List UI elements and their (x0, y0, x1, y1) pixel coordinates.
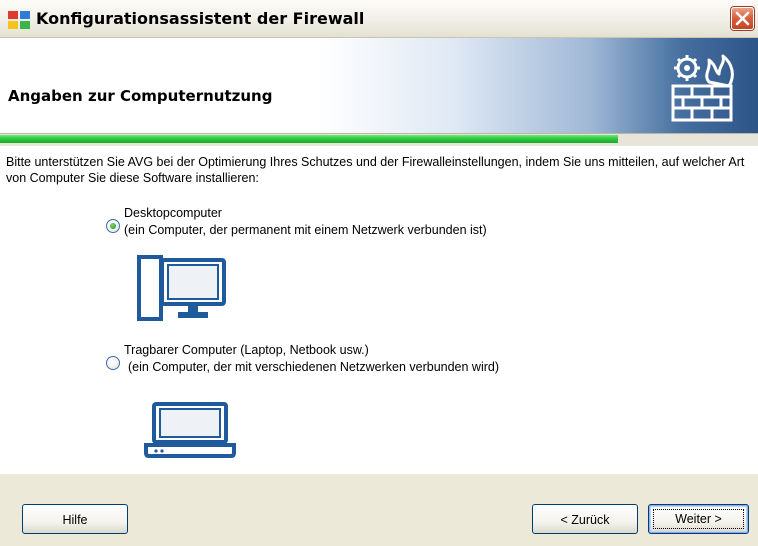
laptop-icon (144, 402, 236, 458)
close-icon (735, 11, 750, 26)
close-button[interactable] (731, 7, 754, 30)
laptop-option-description: (ein Computer, der mit verschiedenen Net… (128, 360, 500, 374)
firewall-wizard-window: Konfigurationsassistent der Firewall Ang… (0, 0, 758, 546)
avg-logo-icon (8, 11, 30, 29)
help-button[interactable]: Hilfe (22, 504, 128, 534)
laptop-radio[interactable] (106, 356, 120, 370)
page-title: Angaben zur Computernutzung (8, 87, 273, 105)
header-banner: Angaben zur Computernutzung (0, 38, 758, 133)
wizard-progress-bar (0, 133, 758, 146)
desktop-computer-icon (137, 255, 226, 321)
next-button[interactable]: Weiter > (648, 504, 749, 534)
footer: Hilfe < Zurück Weiter > (0, 474, 758, 546)
desktop-option-label[interactable]: Desktopcomputer (124, 205, 222, 221)
firewall-icon (671, 54, 734, 122)
laptop-option-label[interactable]: Tragbarer Computer (Laptop, Netbook usw.… (124, 342, 369, 358)
desktop-radio[interactable] (106, 219, 120, 233)
title-bar[interactable]: Konfigurationsassistent der Firewall (0, 0, 758, 38)
window-title: Konfigurationsassistent der Firewall (36, 9, 365, 28)
focus-rectangle (653, 509, 744, 529)
desktop-option-description: (ein Computer, der permanent mit einem N… (124, 223, 487, 237)
progress-fill (0, 135, 618, 143)
back-button[interactable]: < Zurück (532, 504, 638, 534)
intro-text: Bitte unterstützen Sie AVG bei der Optim… (6, 155, 745, 185)
main-content: Bitte unterstützen Sie AVG bei der Optim… (0, 146, 758, 474)
